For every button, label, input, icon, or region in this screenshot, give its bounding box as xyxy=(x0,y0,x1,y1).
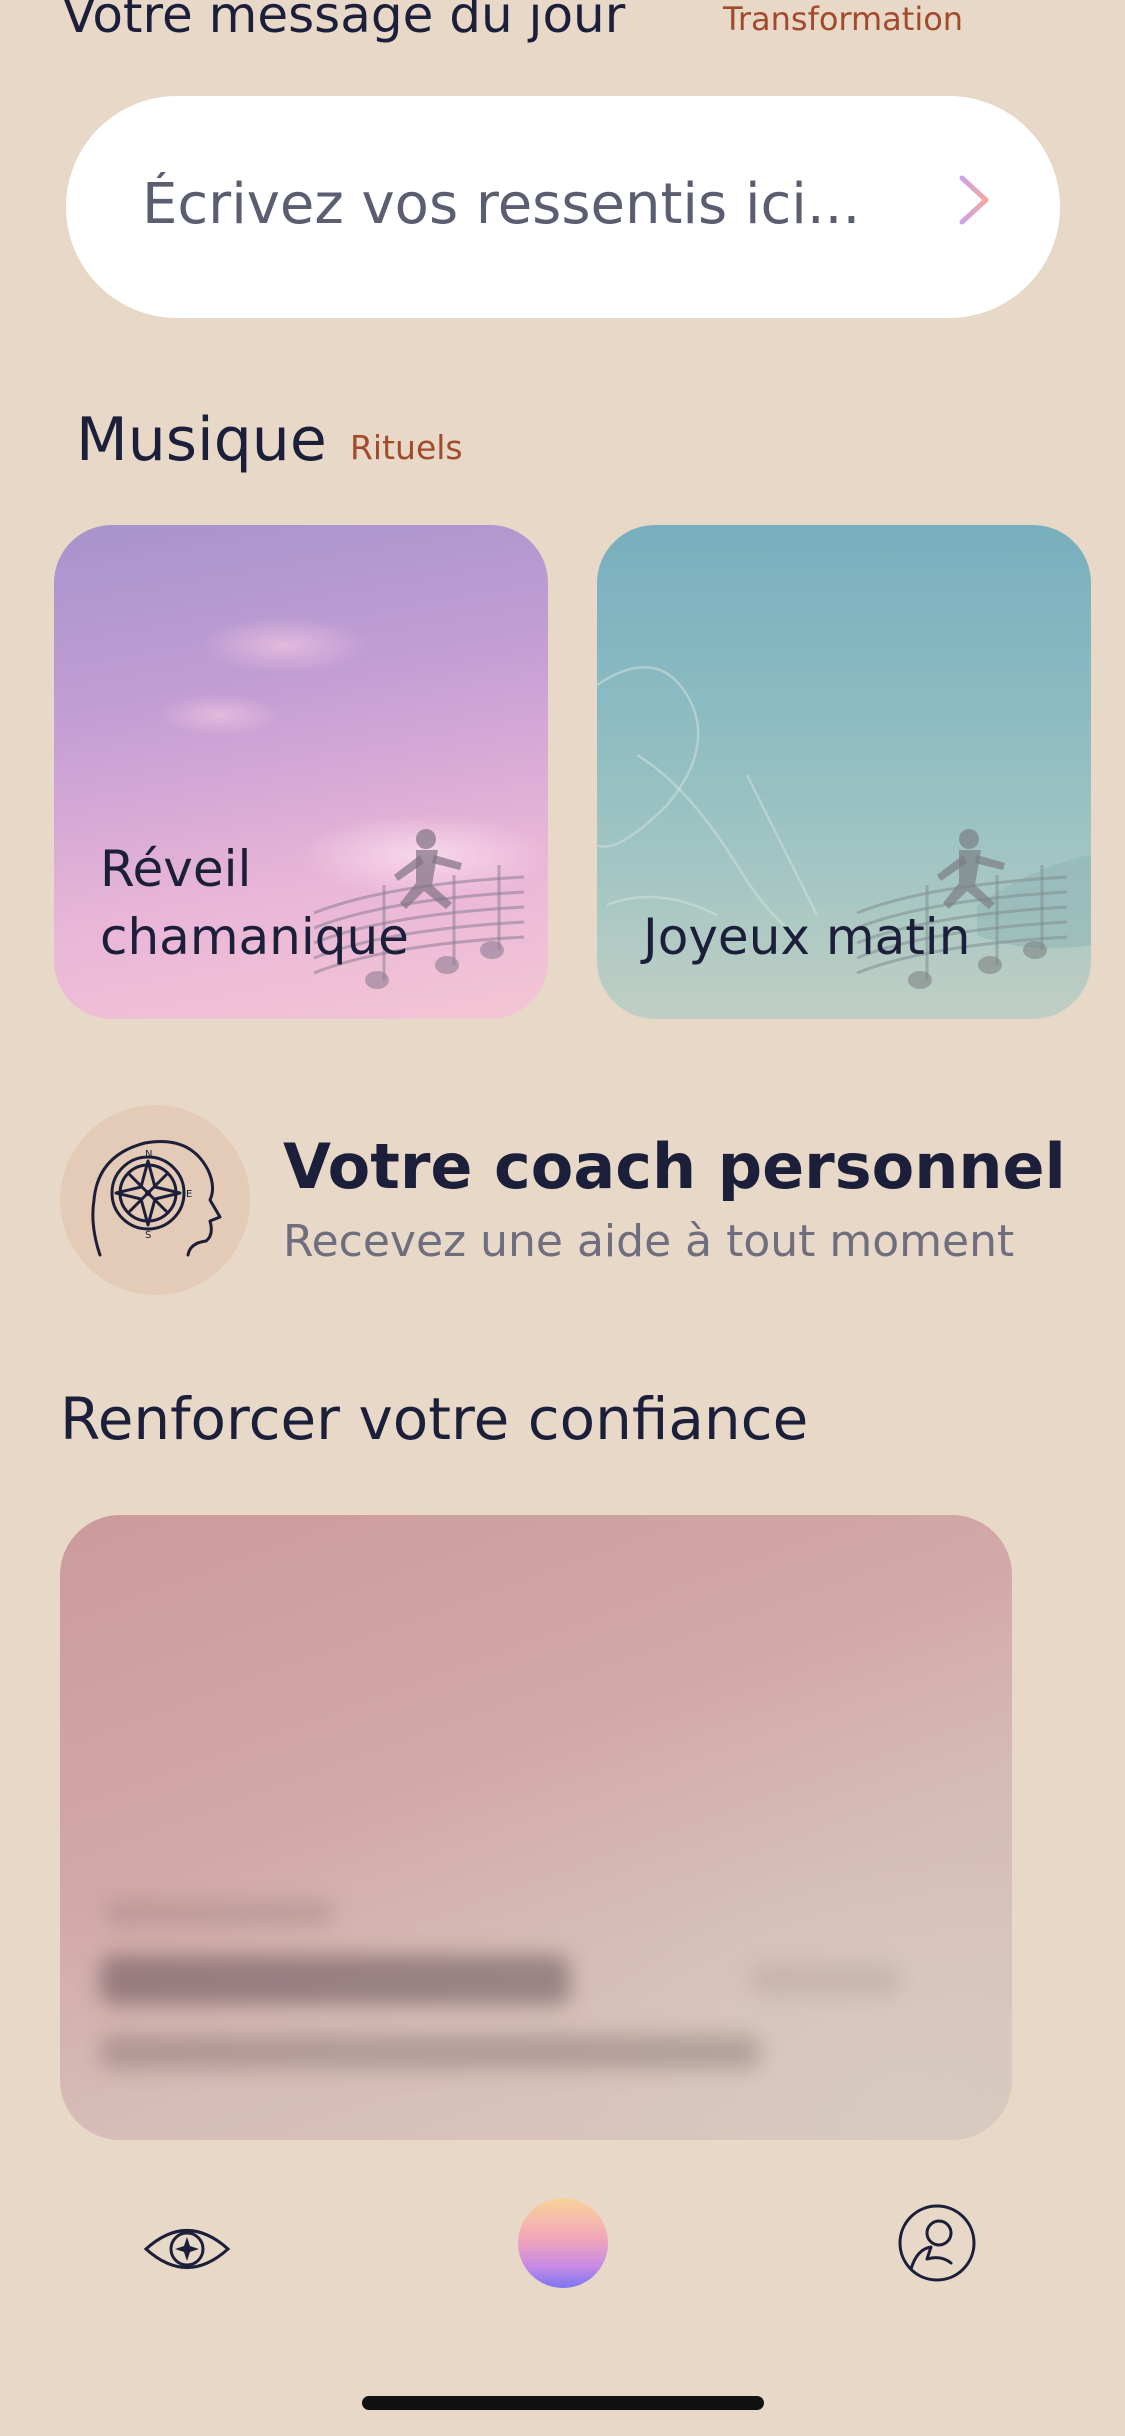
svg-text:N: N xyxy=(145,1149,152,1160)
music-card-reveil-chamanique[interactable]: Réveil chamanique xyxy=(54,525,548,1019)
daily-message-tag[interactable]: Transformation xyxy=(723,0,963,38)
arrow-right-icon[interactable] xyxy=(914,170,994,230)
coach-subtitle: Recevez une aide à tout moment xyxy=(283,1216,1015,1267)
blurred-text xyxy=(104,1900,334,1926)
gradient-orb-icon[interactable] xyxy=(517,2197,609,2289)
daily-message-title: Votre message du jour xyxy=(62,0,626,44)
blurred-text xyxy=(100,1955,570,2005)
music-card-joyeux-matin[interactable]: Joyeux matin xyxy=(597,525,1091,1019)
music-section-tag[interactable]: Rituels xyxy=(350,428,463,467)
confidence-card[interactable] xyxy=(60,1515,1012,2140)
blurred-text xyxy=(100,2035,760,2069)
music-section-title: Musique xyxy=(76,405,327,475)
music-card-label: Réveil chamanique xyxy=(100,840,409,966)
journal-entry-box[interactable] xyxy=(66,96,1060,318)
head-compass-icon: N E S xyxy=(91,1140,222,1257)
svg-text:S: S xyxy=(145,1230,151,1241)
music-card-label: Joyeux matin xyxy=(643,908,971,966)
coach-avatar[interactable]: N E S xyxy=(60,1105,250,1295)
home-indicator[interactable] xyxy=(362,2396,764,2410)
confidence-section-title: Renforcer votre confiance xyxy=(60,1385,809,1453)
profile-icon[interactable] xyxy=(897,2203,977,2283)
eye-compass-icon[interactable] xyxy=(142,2214,232,2284)
svg-text:E: E xyxy=(186,1189,192,1200)
coach-title[interactable]: Votre coach personnel xyxy=(283,1130,1066,1203)
journal-input[interactable] xyxy=(142,154,882,254)
blurred-text xyxy=(750,1965,900,1995)
